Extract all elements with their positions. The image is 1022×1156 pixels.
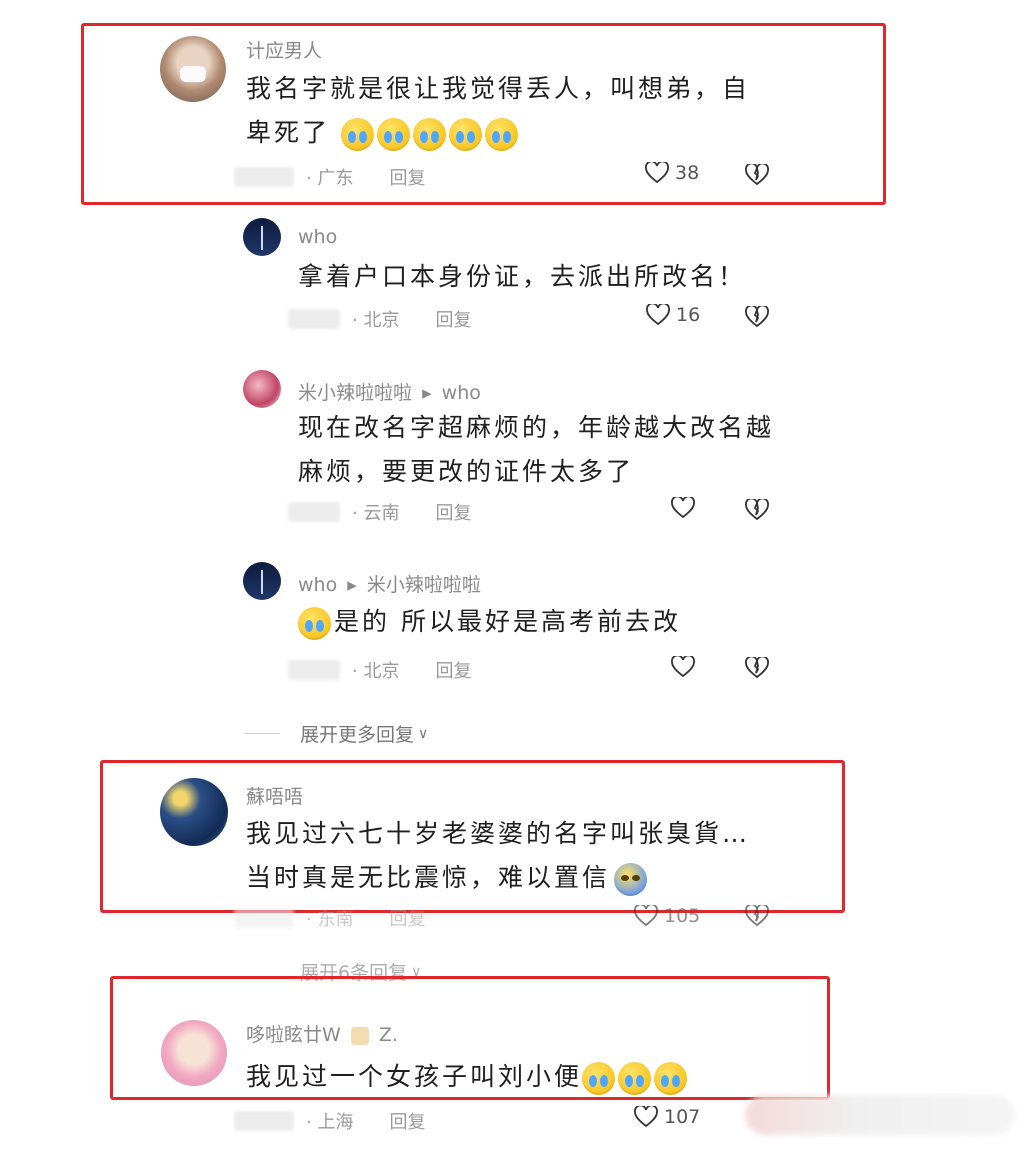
blurred-date: [234, 1111, 294, 1131]
blurred-date: [288, 660, 340, 680]
comment-text-line: 我名字就是很让我觉得丢人，叫想弟，自: [246, 74, 751, 103]
comment-text-tail: 卑死了: [246, 118, 331, 147]
comment-text-line: 是的 所以最好是高考前去改: [334, 607, 681, 636]
comment-text-line: 卑死了: [246, 111, 806, 155]
username[interactable]: 米小辣啦啦啦: [298, 382, 412, 404]
comment-text: 我见过一个女孩子叫刘小便: [246, 1055, 806, 1099]
like-button[interactable]: 107: [634, 1106, 700, 1128]
comment-text-tail: 当时真是无比震惊，难以置信: [246, 863, 611, 892]
comment-text: 是的 所以最好是高考前去改: [298, 600, 778, 644]
crying-emoji: [582, 1061, 616, 1095]
reply-button[interactable]: 回复: [389, 1108, 425, 1134]
avatar[interactable]: [160, 778, 228, 846]
badge-icon: [350, 1026, 369, 1045]
location: · 北京: [352, 661, 400, 682]
comment-meta: · 上海 回复: [234, 1108, 425, 1134]
blurred-date: [234, 167, 294, 187]
avatar[interactable]: [243, 218, 281, 256]
like-count: 107: [664, 1106, 701, 1128]
username[interactable]: who: [298, 574, 337, 596]
expand-replies-button[interactable]: 展开更多回复 ∨: [244, 720, 428, 747]
crying-emoji: [412, 117, 446, 151]
comment-meta: · 东南 回复: [234, 905, 425, 931]
comment-text-line: 当时真是无比震惊，难以置信: [246, 856, 806, 900]
avatar[interactable]: [161, 1020, 227, 1086]
username[interactable]: 计应男人: [246, 36, 322, 63]
username-row: 米小辣啦啦啦 ▸ who: [298, 378, 481, 405]
like-count: 105: [664, 905, 701, 927]
crying-emoji: [376, 117, 410, 151]
comment-meta: · 广东 回复: [234, 164, 425, 190]
location: · 北京: [352, 310, 400, 331]
crying-emoji: [484, 117, 518, 151]
comment-text: 我名字就是很让我觉得丢人，叫想弟，自 卑死了: [246, 67, 806, 155]
reply-arrow-icon: ▸: [422, 382, 432, 404]
comment-meta: · 北京 回复: [288, 657, 471, 683]
location: · 广东: [306, 168, 354, 189]
username-row: 哆啦眩廿W Z.: [246, 1020, 398, 1047]
heart-icon[interactable]: [671, 497, 695, 519]
heart-icon: [634, 905, 658, 927]
reply-button[interactable]: 回复: [435, 657, 471, 683]
reply-arrow-icon: ▸: [347, 574, 357, 596]
broken-heart-icon[interactable]: [745, 499, 769, 521]
like-count: 38: [675, 162, 700, 184]
location: · 云南: [352, 503, 400, 524]
comment-text: 我见过六七十岁老婆婆的名字叫张臭貨… 当时真是无比震惊，难以置信: [246, 812, 806, 900]
crying-emoji: [340, 117, 374, 151]
avatar[interactable]: [243, 562, 281, 600]
heart-icon: [634, 1106, 658, 1128]
comment-text-line: 现在改名字超麻烦的，年龄越大改名越: [298, 413, 775, 442]
crying-emoji: [654, 1061, 688, 1095]
avatar[interactable]: [160, 36, 226, 102]
reply-to-username[interactable]: 米小辣啦啦啦: [367, 574, 481, 596]
reply-button[interactable]: 回复: [435, 306, 471, 332]
location: · 上海: [306, 1112, 354, 1133]
heart-icon[interactable]: [671, 656, 695, 678]
broken-heart-icon[interactable]: [745, 905, 769, 927]
reply-to-username[interactable]: who: [442, 382, 481, 404]
broken-heart-icon[interactable]: [745, 306, 769, 328]
crying-emoji: [618, 1061, 652, 1095]
blurred-date: [288, 502, 340, 522]
comment-meta: · 北京 回复: [288, 306, 471, 332]
heart-icon: [645, 162, 669, 184]
avatar[interactable]: [243, 370, 281, 408]
divider: [244, 733, 280, 734]
comment-text-line: 我见过六七十岁老婆婆的名字叫张臭貨…: [246, 819, 751, 848]
like-button[interactable]: 105: [634, 905, 700, 927]
reply-button[interactable]: 回复: [435, 499, 471, 525]
username[interactable]: 蘇唔唔: [246, 782, 303, 809]
crying-emoji: [448, 117, 482, 151]
chevron-down-icon: ∨: [418, 725, 429, 742]
comment-meta: · 云南 回复: [288, 499, 471, 525]
crying-emoji: [298, 606, 331, 640]
reply-button[interactable]: 回复: [389, 164, 425, 190]
comment-text: 拿着户口本身份证，去派出所改名！: [298, 262, 747, 291]
blurred-date: [234, 908, 294, 928]
shocked-emoji: [614, 862, 648, 896]
reply-button[interactable]: 回复: [389, 905, 425, 931]
watermark-blur: [745, 1095, 1015, 1135]
username[interactable]: who: [298, 226, 337, 248]
location: · 东南: [306, 909, 354, 930]
comment-text-line: 麻烦，要更改的证件太多了: [298, 457, 635, 486]
username[interactable]: 哆啦眩廿W: [246, 1024, 341, 1046]
username-suffix: Z.: [378, 1024, 398, 1046]
comment-text: 现在改名字超麻烦的，年龄越大改名越 麻烦，要更改的证件太多了: [298, 406, 798, 494]
broken-heart-icon[interactable]: [745, 657, 769, 679]
heart-icon: [646, 304, 670, 326]
broken-heart-icon[interactable]: [745, 164, 769, 186]
like-count: 16: [676, 304, 701, 326]
like-button[interactable]: 38: [645, 162, 699, 184]
comment-text-line: 我见过一个女孩子叫刘小便: [246, 1062, 583, 1091]
blurred-date: [288, 309, 340, 329]
expand-replies-label: 展开更多回复: [300, 724, 415, 746]
like-button[interactable]: 16: [646, 304, 700, 326]
username-row: who ▸ 米小辣啦啦啦: [298, 570, 481, 597]
